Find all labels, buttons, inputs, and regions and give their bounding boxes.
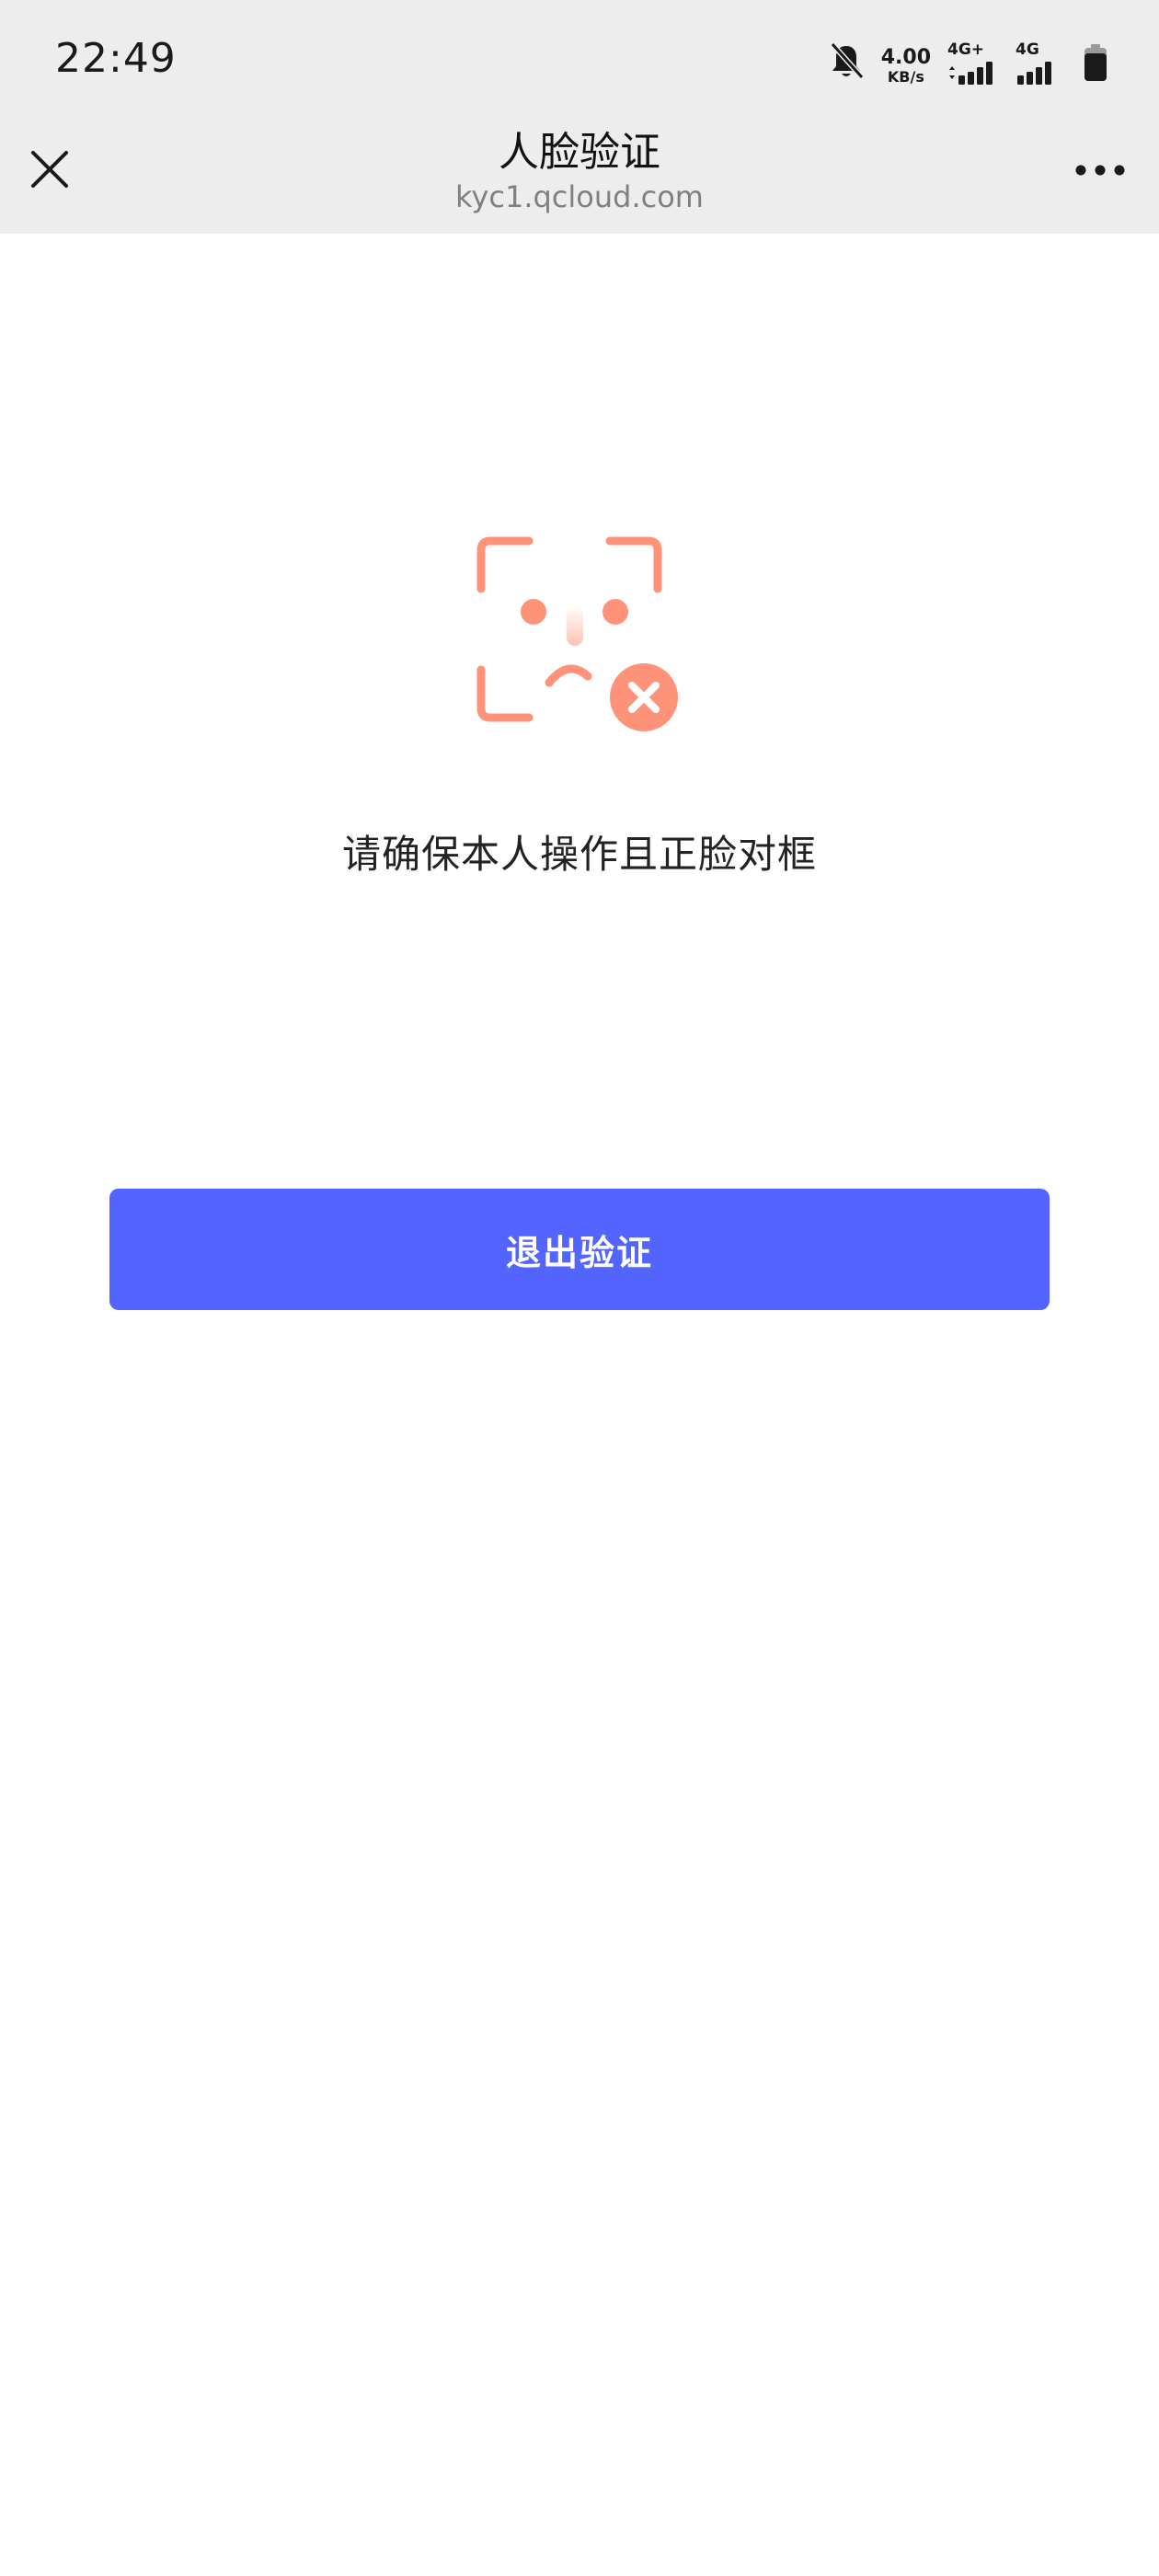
- status-bar: 22:49 4.00 KB/s 4G+ 4G: [0, 0, 1159, 120]
- net-speed: 4.00 KB/s: [881, 48, 931, 85]
- more-button[interactable]: [1065, 147, 1135, 193]
- face-error-icon: [474, 534, 685, 736]
- more-icon: [1075, 165, 1125, 176]
- signal-4g-plus-label: 4G+: [947, 40, 985, 59]
- close-icon: [31, 151, 68, 188]
- net-speed-value: 4.00: [880, 46, 931, 69]
- exit-verification-button[interactable]: 退出验证: [109, 1189, 1050, 1310]
- signal-4g-label: 4G: [1016, 40, 1039, 59]
- page-url: kyc1.qcloud.com: [455, 179, 704, 214]
- status-icons: 4.00 KB/s 4G+ 4G: [828, 39, 1107, 85]
- title-block: 人脸验证 kyc1.qcloud.com: [212, 127, 947, 214]
- close-button[interactable]: [22, 142, 77, 197]
- signal-4g-plus: 4G+: [947, 42, 999, 85]
- bell-muted-icon: [828, 40, 865, 85]
- signal-bars-icon: [949, 62, 993, 85]
- page-title: 人脸验证: [499, 129, 660, 176]
- net-speed-unit: KB/s: [887, 68, 924, 86]
- title-bar: 人脸验证 kyc1.qcloud.com: [0, 120, 1159, 234]
- status-time: 22:49: [55, 35, 177, 82]
- signal-bars-icon: [1017, 62, 1051, 85]
- prompt-text: 请确保本人操作且正脸对框: [341, 832, 817, 877]
- signal-4g: 4G: [1016, 42, 1067, 85]
- battery-icon: [1084, 44, 1107, 85]
